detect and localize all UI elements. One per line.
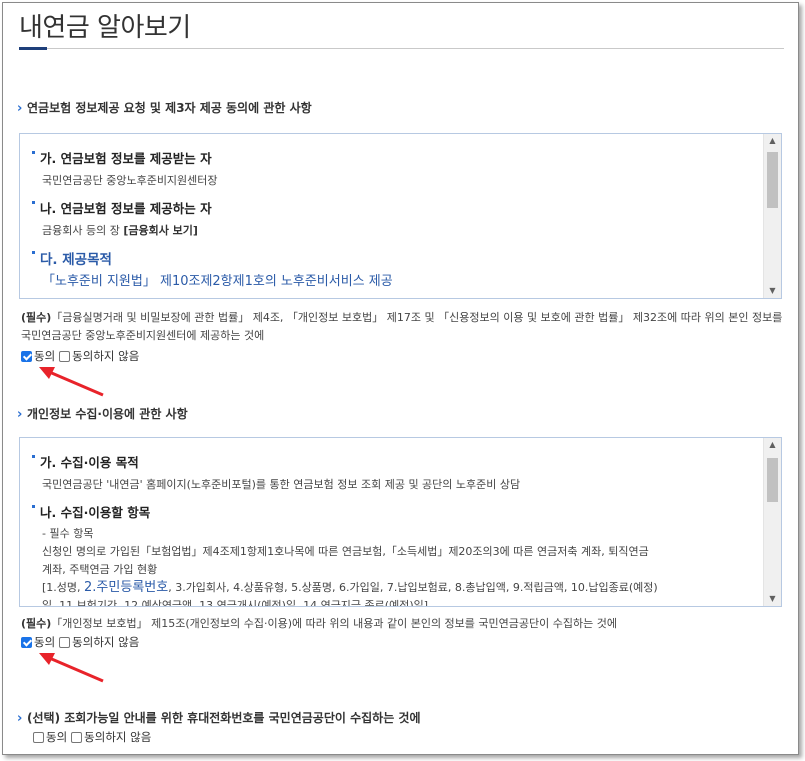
section2-heading-text: 개인정보 수집·이용에 관한 사항 (27, 407, 188, 421)
section1-item-body: 「노후준비 지원법」 제10조제2항제1호의 노후준비서비스 제공 (42, 274, 393, 289)
bullet-icon (32, 201, 35, 204)
section1-heading-text: 연금보험 정보제공 요청 및 제3자 제공 동의에 관한 사항 (27, 101, 312, 115)
required-label: (필수) (21, 311, 52, 324)
annotation-arrow-icon (39, 367, 104, 397)
consent-body: 「금융실명거래 및 비밀보장에 관한 법률」 제4조, 「개인정보 보호법」 제… (21, 311, 783, 342)
list-highlight: 2.주민등록번호 (84, 580, 169, 595)
disagree-label[interactable]: 동의하지 않음 (72, 348, 139, 364)
scroll-down-icon[interactable]: ▼ (764, 592, 781, 606)
section1-choices: 동의 동의하지 않음 (21, 348, 143, 364)
section1-item-title: 다. 제공목적 (32, 248, 753, 268)
section1-consent-text: (필수)「금융실명거래 및 비밀보장에 관한 법률」 제4조, 「개인정보 보호… (21, 309, 786, 345)
section2-agree-checkbox[interactable] (21, 636, 32, 648)
consent-page: 내연금 알아보기 › 연금보험 정보제공 요청 및 제3자 제공 동의에 관한 사… (2, 2, 799, 755)
agree-label[interactable]: 동의 (34, 634, 55, 650)
agree-label[interactable]: 동의 (34, 348, 55, 364)
list-text: , 3.가입회사, 4.상품유형, 5.상품명, 6.가입일, 7.납입보험료,… (168, 581, 658, 594)
scroll-up-icon[interactable]: ▲ (764, 438, 781, 452)
consent-body: 「개인정보 보호법」 제15조(개인정보의 수집·이용)에 따라 위의 내용과 … (51, 617, 617, 630)
annotation-arrow-icon (39, 653, 104, 683)
section3-heading-text: (선택) 조회가능일 안내를 위한 휴대전화번호를 국민연금공단이 수집하는 것… (27, 711, 421, 725)
chevron-right-icon: › (17, 101, 23, 116)
section1-heading: › 연금보험 정보제공 요청 및 제3자 제공 동의에 관한 사항 (17, 99, 312, 116)
bullet-icon (32, 505, 35, 508)
section2-consent-text: (필수)「개인정보 보호법」 제15조(개인정보의 수집·이용)에 따라 위의 … (21, 615, 786, 633)
title-divider (19, 47, 784, 50)
scrollbar-thumb[interactable] (767, 458, 778, 502)
section1-scrollbox[interactable]: 가. 연금보험 정보를 제공받는 자 국민연금공단 중앙노후준비지원센터장 나.… (19, 133, 782, 299)
scrollbar-thumb[interactable] (767, 152, 778, 208)
body-line: 일, 11.보험기간, 12.예상연금액, 13.연금개시(예정)일, 14.연… (42, 599, 429, 606)
section1-item-body: 국민연금공단 중앙노후준비지원센터장 (42, 174, 218, 187)
disagree-label[interactable]: 동의하지 않음 (84, 729, 151, 745)
section2-scrollbox[interactable]: 가. 수집·이용 목적 국민연금공단 '내연금' 홈페이지(노후준비포털)를 통… (19, 437, 782, 607)
section2-item-body: 국민연금공단 '내연금' 홈페이지(노후준비포털)를 통한 연금보험 정보 조회… (42, 478, 521, 491)
section2-item-title: 가. 수집·이용 목적 (32, 452, 753, 471)
section2-choices: 동의 동의하지 않음 (21, 634, 143, 650)
body-line: - 필수 항목 (42, 527, 94, 540)
bullet-icon (32, 151, 35, 154)
item-body-text: 금융회사 등의 장 (42, 224, 124, 237)
section2-heading: › 개인정보 수집·이용에 관한 사항 (17, 405, 188, 422)
item-title-text: 가. 수집·이용 목적 (40, 455, 139, 470)
section1-item-body: 금융회사 등의 장 [금융회사 보기] (42, 221, 753, 240)
section1-item-title: 가. 연금보험 정보를 제공받는 자 (32, 148, 753, 167)
chevron-right-icon: › (17, 407, 23, 422)
financial-company-link[interactable]: [금융회사 보기] (123, 224, 198, 237)
item-title-text: 나. 수집·이용할 항목 (40, 505, 151, 520)
section2-item-body: - 필수 항목 신청인 명의로 가입된「보험업법」제4조제1항제1호나목에 따른… (42, 525, 753, 606)
scroll-up-icon[interactable]: ▲ (764, 134, 781, 148)
section2-item-title: 나. 수집·이용할 항목 (32, 502, 753, 521)
section3-agree-checkbox[interactable] (33, 731, 44, 743)
body-line: 계좌, 주택연금 가입 현황 (42, 563, 158, 576)
section1-item-title: 나. 연금보험 정보를 제공하는 자 (32, 198, 753, 217)
section1-disagree-checkbox[interactable] (59, 350, 71, 362)
body-line: [1.성명, 2.주민등록번호, 3.가입회사, 4.상품유형, 5.상품명, … (42, 579, 753, 597)
section2-disagree-checkbox[interactable] (59, 636, 71, 648)
body-line: 신청인 명의로 가입된「보험업법」제4조제1항제1호나목에 따른 연금보험,「소… (42, 545, 649, 558)
section3-heading: › (선택) 조회가능일 안내를 위한 휴대전화번호를 국민연금공단이 수집하는 … (17, 709, 421, 726)
scrollbar[interactable]: ▲ ▼ (763, 438, 781, 606)
chevron-right-icon: › (17, 711, 23, 726)
section1-agree-checkbox[interactable] (21, 350, 32, 362)
item-title-text: 나. 연금보험 정보를 제공하는 자 (40, 201, 212, 216)
required-label: (필수) (21, 617, 52, 630)
bullet-icon (32, 455, 35, 458)
item-title-text: 다. 제공목적 (40, 252, 112, 268)
scrollbar[interactable]: ▲ ▼ (763, 134, 781, 298)
scroll-down-icon[interactable]: ▼ (764, 284, 781, 298)
bullet-icon (32, 251, 35, 254)
list-text: [1.성명, (42, 581, 85, 594)
item-title-text: 가. 연금보험 정보를 제공받는 자 (40, 151, 212, 166)
disagree-label[interactable]: 동의하지 않음 (72, 634, 139, 650)
section3-disagree-checkbox[interactable] (71, 731, 83, 743)
section3-choices: 동의 동의하지 않음 (33, 729, 155, 745)
page-title: 내연금 알아보기 (19, 13, 191, 43)
agree-label[interactable]: 동의 (46, 729, 67, 745)
